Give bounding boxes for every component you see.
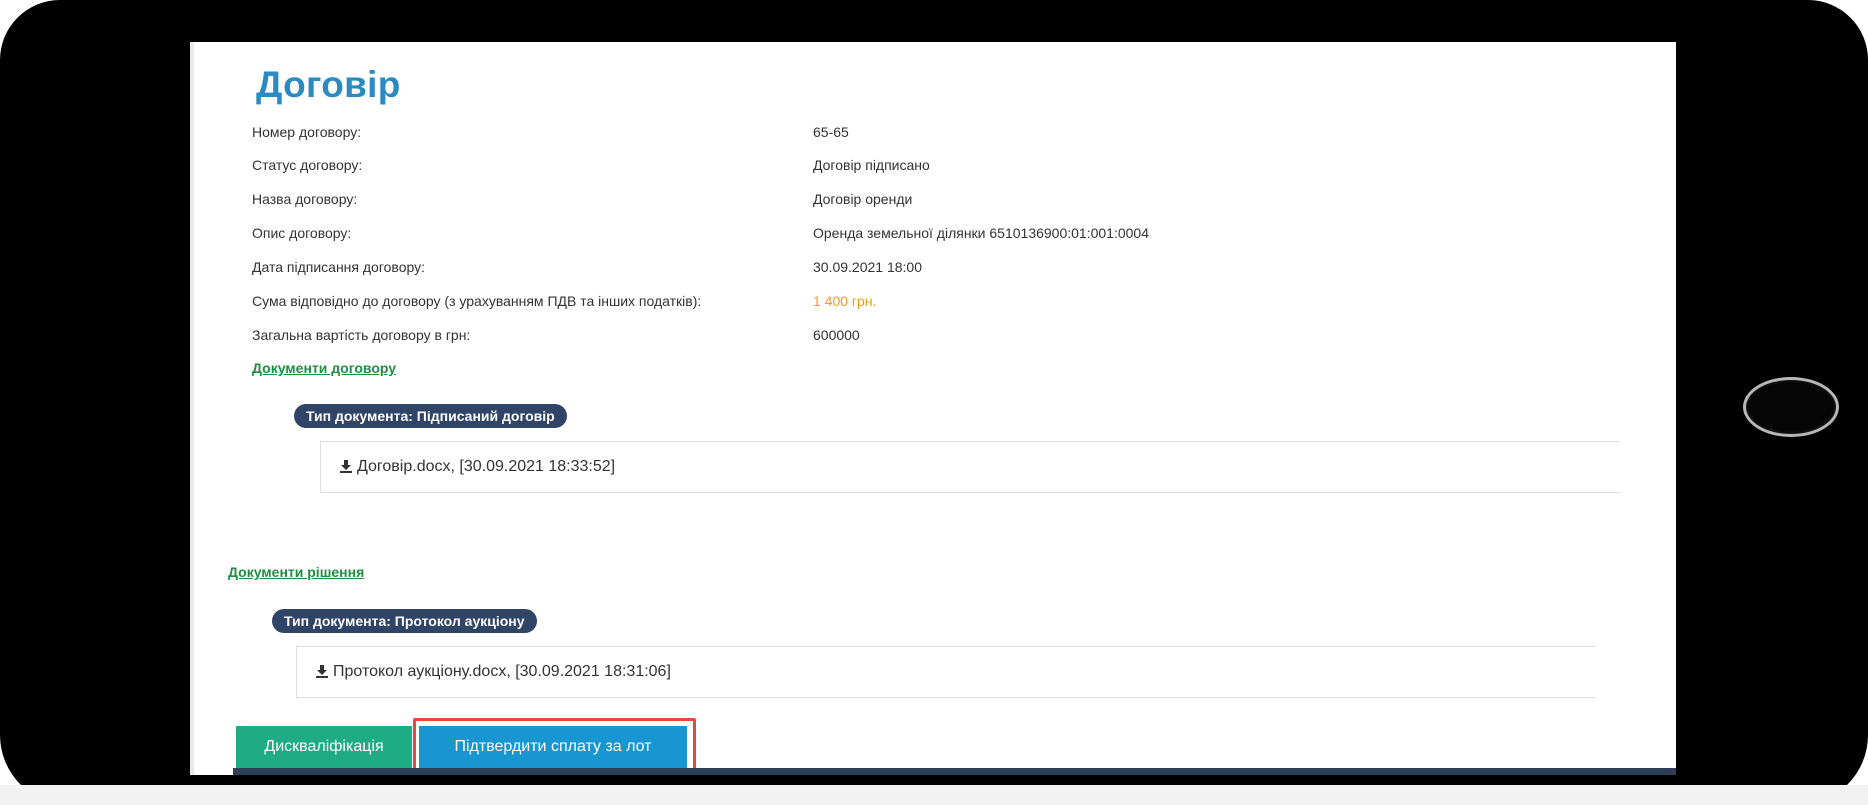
contract-document-link[interactable]: Договір.docx, [30.09.2021 18:33:52] [339, 458, 615, 476]
background-strip [0, 785, 1868, 805]
field-value-contract-number: 65-65 [813, 124, 849, 140]
field-label-total-cost: Загальна вартість договору в грн: [252, 327, 471, 343]
field-value-total-cost: 600000 [813, 327, 860, 343]
field-value-contract-amount: 1 400 грн. [813, 293, 877, 309]
screen: Договір Номер договору: 65-65 Статус дог… [190, 42, 1676, 775]
field-label-contract-number: Номер договору: [252, 124, 362, 140]
decision-document-link[interactable]: Протокол аукціону.docx, [30.09.2021 18:3… [315, 663, 671, 681]
field-label-contract-status: Статус договору: [252, 157, 363, 173]
field-value-contract-status: Договір підписано [813, 157, 930, 173]
field-label-contract-name: Назва договору: [252, 191, 358, 207]
download-icon [316, 665, 328, 678]
contract-document-name: Договір.docx, [30.09.2021 18:33:52] [357, 458, 616, 475]
highlight-frame [413, 718, 696, 775]
field-value-signing-date: 30.09.2021 18:00 [813, 259, 922, 275]
contract-documents-link[interactable]: Документи договору [252, 360, 396, 376]
decision-document-box: Протокол аукціону.docx, [30.09.2021 18:3… [296, 646, 1596, 698]
field-value-contract-name: Договір оренди [813, 191, 913, 207]
field-label-signing-date: Дата підписання договору: [252, 259, 425, 275]
page-title: Договір [256, 64, 401, 105]
field-label-contract-description: Опис договору: [252, 225, 352, 241]
disqualify-button[interactable]: Дискваліфікація [236, 726, 412, 768]
home-button[interactable] [1743, 377, 1839, 437]
decision-doc-type-badge: Тип документа: Протокол аукціону [272, 609, 537, 633]
contract-document-box: Договір.docx, [30.09.2021 18:33:52] [320, 441, 1620, 493]
decision-documents-link[interactable]: Документи рішення [228, 564, 364, 580]
field-label-contract-amount: Сума відповідно до договору (з урахуванн… [252, 293, 702, 309]
field-value-contract-description: Оренда земельної ділянки 6510136900:01:0… [813, 225, 1149, 241]
decision-document-name: Протокол аукціону.docx, [30.09.2021 18:3… [333, 663, 671, 680]
screen-edge [190, 42, 194, 775]
footer-bar [233, 768, 1676, 775]
contract-doc-type-badge: Тип документа: Підписаний договір [294, 404, 567, 428]
download-icon [340, 460, 352, 473]
